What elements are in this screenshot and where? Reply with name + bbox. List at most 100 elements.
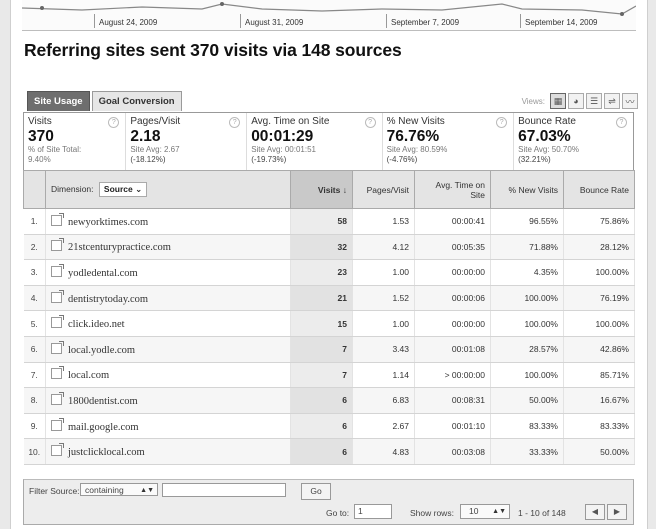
source-link[interactable]: yodledental.com	[68, 268, 138, 279]
source-cell[interactable]: dentistrytoday.com	[45, 285, 291, 312]
visits-cell: 7	[290, 362, 353, 389]
row-index: 4.	[23, 285, 46, 312]
filter-mode-select[interactable]: containing ▲▼	[80, 483, 158, 496]
chevron-right-icon: ▶	[613, 507, 621, 516]
dimension-label: Dimension:	[51, 184, 94, 194]
table-row[interactable]: 4. dentistrytoday.com 21 1.52 00:00:06 100.00…	[23, 285, 635, 312]
bounce-cell: 50.00%	[563, 438, 635, 465]
source-link[interactable]: dentistrytoday.com	[68, 294, 148, 305]
row-index: 7.	[23, 362, 46, 389]
header-visits[interactable]: Visits ↓	[290, 170, 353, 209]
header-index	[23, 170, 46, 209]
metric-label: Bounce Rate	[518, 116, 576, 127]
goto-input[interactable]: 1	[354, 504, 392, 519]
header-avg-time[interactable]: Avg. Time on Site	[414, 170, 491, 209]
chevron-down-icon: ⌄	[135, 184, 143, 194]
table-row[interactable]: 3. yodledental.com 23 1.00 00:00:00 4.35% 100.…	[23, 259, 635, 286]
source-cell[interactable]: mail.google.com	[45, 413, 291, 440]
source-link[interactable]: mail.google.com	[68, 422, 139, 433]
source-link[interactable]: local.com	[68, 370, 109, 381]
external-link-icon[interactable]	[51, 289, 64, 303]
external-link-icon[interactable]	[51, 417, 64, 431]
metric-sub: Site Avg: 80.59%	[386, 145, 448, 154]
select-arrows-icon: ▲▼	[140, 487, 154, 494]
source-cell[interactable]: click.ideo.net	[45, 310, 291, 337]
tab-site-usage[interactable]: Site Usage	[27, 91, 90, 111]
new-visits-cell: 100.00%	[490, 285, 564, 312]
prev-page-button[interactable]: ◀	[585, 504, 605, 520]
metric-avg-time: Avg. Time on Site ? 00:01:29 Site Avg: 0…	[247, 113, 383, 171]
filter-go-button[interactable]: Go	[301, 483, 331, 500]
avg-time-cell: 00:00:00	[414, 259, 491, 286]
external-link-icon[interactable]	[51, 238, 64, 252]
external-link-icon[interactable]	[51, 340, 64, 354]
help-icon[interactable]: ?	[364, 117, 376, 128]
source-cell[interactable]: local.com	[45, 362, 291, 389]
pivot-view-icon[interactable]: 〰	[622, 93, 638, 109]
avg-time-cell: 00:05:35	[414, 234, 491, 261]
table-view-icon[interactable]: ▦	[550, 93, 566, 109]
source-cell[interactable]: 21stcenturypractice.com	[45, 234, 291, 261]
header-visits-label: Visits	[317, 184, 341, 195]
metric-label: Visits	[28, 116, 52, 127]
table-row[interactable]: 6. local.yodle.com 7 3.43 00:01:08 28.57% 42.8…	[23, 336, 635, 363]
source-cell[interactable]: justclicklocal.com	[45, 438, 291, 465]
avg-time-cell: 00:00:41	[414, 208, 491, 235]
new-visits-cell: 28.57%	[490, 336, 564, 363]
source-link[interactable]: newyorktimes.com	[68, 217, 148, 228]
source-link[interactable]: click.ideo.net	[68, 319, 125, 330]
pie-view-icon[interactable]: ◕	[568, 93, 584, 109]
external-link-icon[interactable]	[51, 263, 64, 277]
external-link-icon[interactable]	[51, 443, 64, 457]
source-cell[interactable]: local.yodle.com	[45, 336, 291, 363]
source-link[interactable]: local.yodle.com	[68, 345, 135, 356]
external-link-icon[interactable]	[51, 212, 64, 226]
summary-metrics: Visits ? 370 % of Site Total: 9.40% Page…	[23, 112, 634, 171]
tab-goal-conversion[interactable]: Goal Conversion	[91, 91, 182, 111]
pages-visit-cell: 3.43	[352, 336, 415, 363]
avg-time-cell: 00:03:08	[414, 438, 491, 465]
pages-visit-cell: 4.12	[352, 234, 415, 261]
avg-time-cell: 00:08:31	[414, 387, 491, 414]
show-rows-select[interactable]: 10 ▲▼	[460, 504, 510, 519]
table-row[interactable]: 10. justclicklocal.com 6 4.83 00:03:08 33.33%…	[23, 438, 635, 465]
row-index: 8.	[23, 387, 46, 414]
external-link-icon[interactable]	[51, 391, 64, 405]
table-row[interactable]: 9. mail.google.com 6 2.67 00:01:10 83.33% 83.3…	[23, 413, 635, 440]
table-row[interactable]: 1. newyorktimes.com 58 1.53 00:00:41 96.55% 75…	[23, 208, 635, 235]
next-page-button[interactable]: ▶	[607, 504, 627, 520]
table-row[interactable]: 5. click.ideo.net 15 1.00 00:00:00 100.00% 100…	[23, 310, 635, 337]
comparison-view-icon[interactable]: ⇌	[604, 93, 620, 109]
row-index: 2.	[23, 234, 46, 261]
header-new-visits[interactable]: % New Visits	[490, 170, 564, 209]
dimension-select[interactable]: Source ⌄	[98, 182, 148, 197]
table-row[interactable]: 2. 21stcenturypractice.com 32 4.12 00:05:35 7…	[23, 234, 635, 261]
source-link[interactable]: 21stcenturypractice.com	[68, 242, 171, 253]
avg-time-cell: 00:00:06	[414, 285, 491, 312]
source-cell[interactable]: yodledental.com	[45, 259, 291, 286]
metric-sub: (-4.76%)	[386, 155, 418, 164]
source-link[interactable]: justclicklocal.com	[68, 447, 145, 458]
metric-sub: (32.21%)	[518, 155, 551, 164]
visits-cell: 6	[290, 413, 353, 440]
visits-cell: 6	[290, 387, 353, 414]
source-link[interactable]: 1800dentist.com	[68, 396, 138, 407]
table-row[interactable]: 7. local.com 7 1.14 > 00:00:00 100.00% 85.71%	[23, 362, 635, 389]
header-pages-visit[interactable]: Pages/Visit	[352, 170, 415, 209]
header-bounce-rate[interactable]: Bounce Rate	[563, 170, 635, 209]
show-rows-label: Show rows:	[410, 508, 454, 518]
source-cell[interactable]: newyorktimes.com	[45, 208, 291, 235]
bounce-cell: 85.71%	[563, 362, 635, 389]
table-row[interactable]: 8. 1800dentist.com 6 6.83 00:08:31 50.00% 16.6…	[23, 387, 635, 414]
avg-time-cell: 00:01:10	[414, 413, 491, 440]
filter-input[interactable]	[162, 483, 286, 497]
bounce-cell: 28.12%	[563, 234, 635, 261]
source-cell[interactable]: 1800dentist.com	[45, 387, 291, 414]
external-link-icon[interactable]	[51, 366, 64, 380]
performance-view-icon[interactable]: ☰	[586, 93, 602, 109]
metric-value: 76.76%	[386, 128, 440, 145]
metric-value: 370	[28, 128, 54, 145]
external-link-icon[interactable]	[51, 315, 64, 329]
metric-sub: (-18.12%)	[130, 155, 166, 164]
help-icon[interactable]: ?	[616, 117, 627, 128]
